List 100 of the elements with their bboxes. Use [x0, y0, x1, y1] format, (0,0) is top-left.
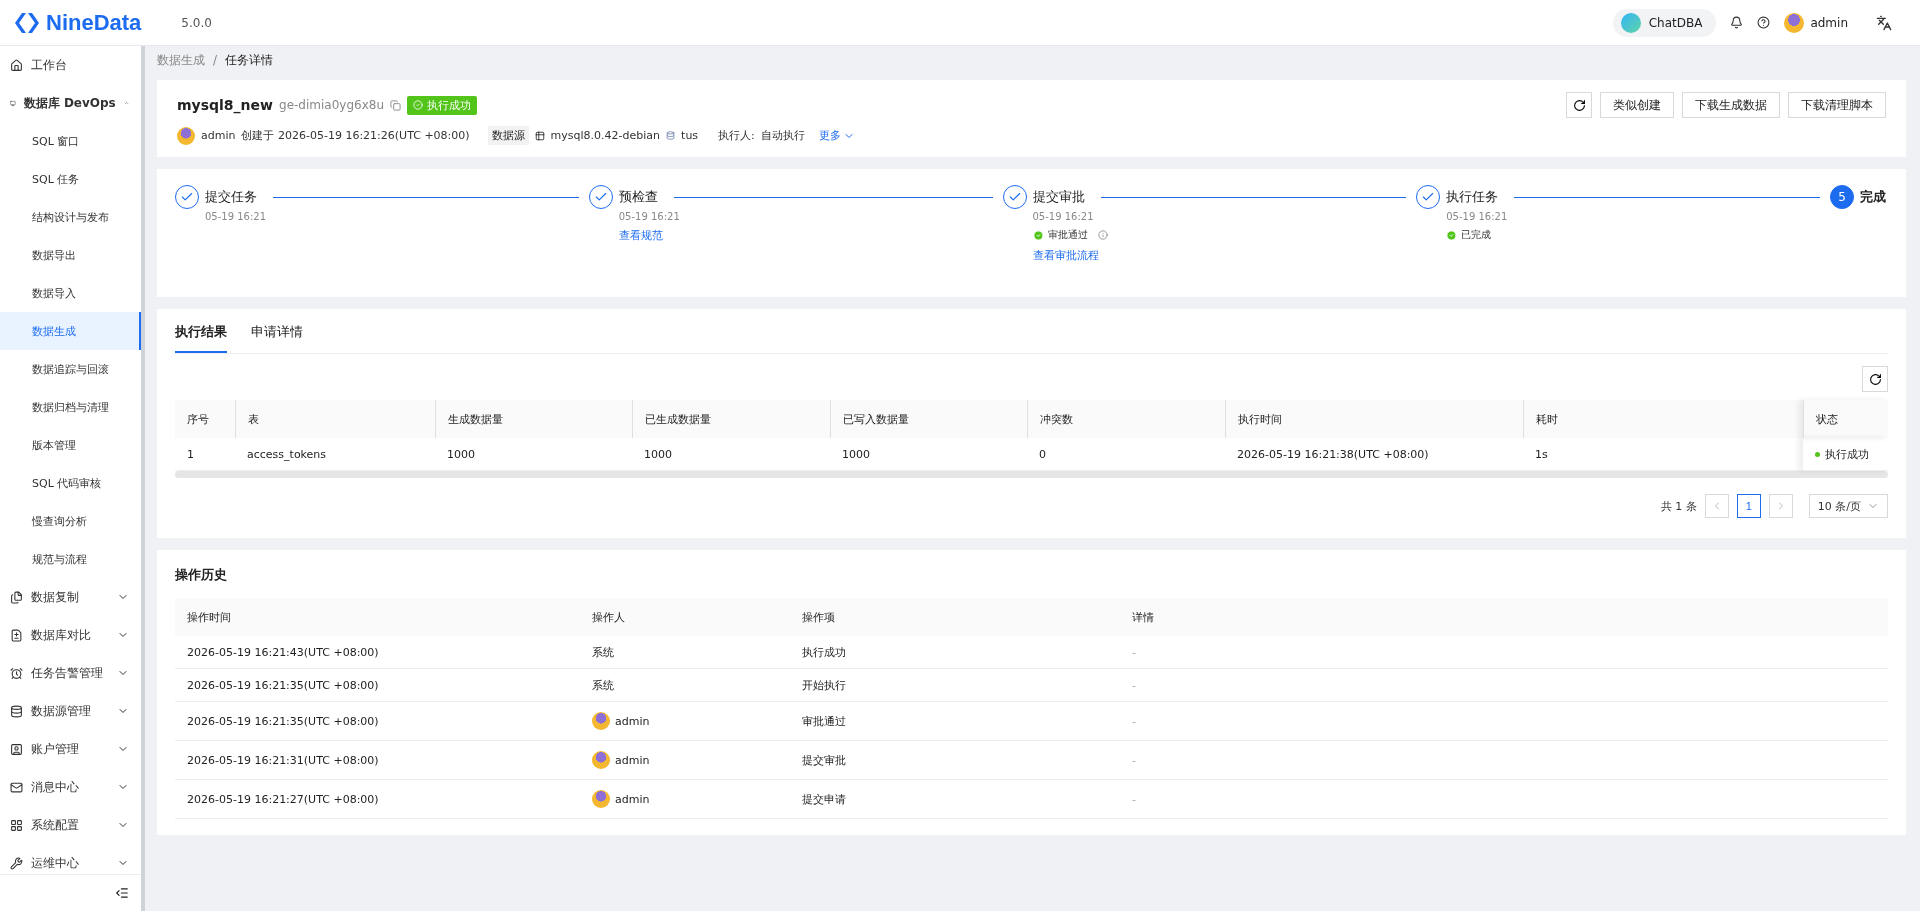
- language-icon[interactable]: [1876, 14, 1892, 31]
- executor-value: 自动执行: [760, 128, 805, 143]
- column-header: 已写入数据量: [830, 400, 1027, 438]
- home-icon: [10, 58, 23, 72]
- refresh-icon: [1868, 372, 1882, 386]
- sidebar-item[interactable]: 结构设计与发布: [0, 198, 141, 236]
- column-header: 耗时: [1523, 400, 1803, 438]
- sidebar-item[interactable]: 数据导出: [0, 236, 141, 274]
- tab[interactable]: 执行结果: [175, 313, 227, 353]
- sidebar-group[interactable]: 系统配置: [0, 806, 141, 844]
- creator-name: admin: [201, 129, 236, 142]
- refresh-button[interactable]: [1862, 366, 1888, 392]
- column-header: 冲突数: [1027, 400, 1225, 438]
- table-cell: 开始执行: [790, 669, 1120, 702]
- table-cell: -: [1120, 636, 1888, 669]
- sidebar-item[interactable]: 数据生成: [0, 312, 141, 350]
- status-tag: 执行成功: [407, 95, 477, 115]
- page-button[interactable]: 1: [1736, 494, 1761, 518]
- scrollbar[interactable]: [175, 471, 1888, 478]
- chat-icon: [1620, 12, 1641, 33]
- more-link[interactable]: 更多: [818, 128, 855, 143]
- column-header: 已生成数据量: [632, 400, 830, 438]
- step-time: 05-19 16:21: [205, 211, 268, 222]
- logo-icon: [14, 11, 40, 34]
- sidebar-item[interactable]: SQL 代码审核: [0, 464, 141, 502]
- sidebar-group[interactable]: 账户管理: [0, 730, 141, 768]
- action-button[interactable]: 下载清理脚本: [1788, 92, 1886, 118]
- version-label: 5.0.0: [181, 15, 212, 30]
- avatar[interactable]: [1784, 12, 1805, 33]
- step-title: 提交任务: [205, 188, 257, 206]
- table-cell: -: [1120, 669, 1888, 702]
- sidebar-item[interactable]: 工作台: [0, 46, 141, 84]
- executor-label: 执行人:: [718, 128, 755, 143]
- table-cell: -: [1120, 780, 1888, 819]
- tab[interactable]: 申请详情: [251, 313, 303, 353]
- success-icon: [1032, 229, 1044, 241]
- check-icon: [413, 100, 423, 110]
- column-header: 操作时间: [175, 598, 580, 636]
- action-button[interactable]: 下载生成数据: [1682, 92, 1780, 118]
- table-cell: 审批通过: [790, 702, 1120, 741]
- sidebar-group[interactable]: 运维中心: [0, 844, 141, 874]
- created-time: 创建于 2026-05-19 16:21:26(UTC +08:00): [241, 128, 470, 143]
- column-header: 状态: [1803, 400, 1888, 438]
- user-name[interactable]: admin: [1810, 15, 1848, 30]
- column-header: 表: [235, 400, 435, 438]
- sidebar-item[interactable]: SQL 窗口: [0, 122, 141, 160]
- operator-cell: admin: [580, 741, 790, 780]
- logo-text: NineData: [46, 9, 142, 36]
- step-title: 提交审批: [1032, 188, 1085, 206]
- breadcrumb-item: 任务详情: [225, 51, 274, 69]
- task-id: ge-dimia0yg6x8u: [279, 98, 384, 112]
- database-icon: [666, 131, 676, 140]
- step-status: 已完成: [1461, 228, 1492, 242]
- chat-button[interactable]: ChatDBA: [1612, 8, 1717, 37]
- bell-icon[interactable]: [1730, 16, 1744, 29]
- page-size-select[interactable]: 10 条/页: [1808, 494, 1888, 518]
- sidebar-group[interactable]: 数据源管理: [0, 692, 141, 730]
- table-cell: 2026-05-19 16:21:27(UTC +08:00): [175, 780, 580, 819]
- table-cell: -: [1120, 702, 1888, 741]
- success-icon: [1446, 229, 1458, 241]
- sidebar-group[interactable]: 数据库 DevOps: [0, 84, 141, 122]
- step-number: 5: [1830, 185, 1854, 209]
- step-time: 05-19 16:21: [618, 211, 681, 222]
- sidebar-group[interactable]: 任务告警管理: [0, 654, 141, 692]
- collapse-icon[interactable]: [115, 886, 129, 900]
- help-icon[interactable]: [1757, 16, 1771, 29]
- action-button[interactable]: 类似创建: [1600, 92, 1674, 118]
- operator-cell: 系统: [580, 669, 790, 702]
- operator-cell: 系统: [580, 636, 790, 669]
- refresh-button[interactable]: [1566, 92, 1592, 118]
- sidebar-group[interactable]: 数据复制: [0, 578, 141, 616]
- sidebar-item[interactable]: 数据归档与清理: [0, 388, 141, 426]
- sidebar-item[interactable]: 数据追踪与回滚: [0, 350, 141, 388]
- breadcrumb-separator: /: [213, 53, 218, 67]
- sidebar-item[interactable]: 慢查询分析: [0, 502, 141, 540]
- sidebar-item[interactable]: 规范与流程: [0, 540, 141, 578]
- column-header: 序号: [175, 400, 235, 438]
- table-cell: 执行成功: [790, 636, 1120, 669]
- sidebar-group[interactable]: 数据库对比: [0, 616, 141, 654]
- step-time: 05-19 16:21: [1032, 211, 1095, 222]
- column-header: 操作项: [790, 598, 1120, 636]
- sidebar-item[interactable]: SQL 任务: [0, 160, 141, 198]
- sidebar-item[interactable]: 数据导入: [0, 274, 141, 312]
- step-title: 预检查: [618, 188, 658, 206]
- datasource-icon: [534, 130, 545, 141]
- refresh-icon: [1572, 98, 1586, 112]
- step-link[interactable]: 查看审批流程: [1032, 248, 1417, 263]
- column-header: 执行时间: [1225, 400, 1523, 438]
- table-cell: -: [1120, 741, 1888, 780]
- sidebar-group[interactable]: 消息中心: [0, 768, 141, 806]
- sidebar-item[interactable]: 版本管理: [0, 426, 141, 464]
- avatar: [592, 712, 610, 730]
- operator-cell: admin: [580, 780, 790, 819]
- table-cell: 2026-05-19 16:21:43(UTC +08:00): [175, 636, 580, 669]
- step-title: 执行任务: [1446, 188, 1499, 206]
- table-cell: 2026-05-19 16:21:35(UTC +08:00): [175, 702, 580, 741]
- step-time: 05-19 16:21: [1446, 211, 1509, 222]
- step-link[interactable]: 查看规范: [618, 228, 1003, 243]
- operator-cell: admin: [580, 702, 790, 741]
- avatar: [592, 751, 610, 769]
